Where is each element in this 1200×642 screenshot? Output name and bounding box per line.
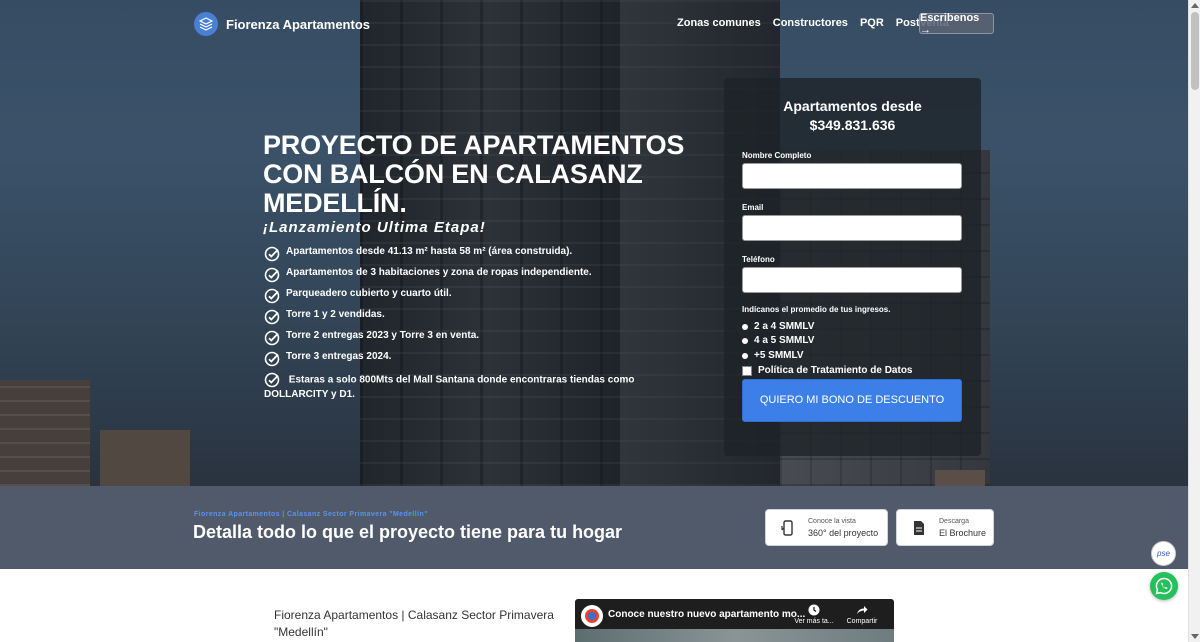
project-location-text: Fiorenza Apartamentos | Calasanz Sector … [274,608,554,639]
nav-link-pqr[interactable]: PQR [860,17,884,29]
hero-subtitle: ¡Lanzamiento Ultima Etapa! [263,219,486,236]
view-360-small: Conoce la vista [808,517,856,525]
feature-list: Apartamentos desde 41.13 m² hasta 58 m² … [264,246,684,402]
email-label: Email [742,203,764,212]
check-circle-icon [264,309,280,325]
feature-item: Torre 2 entregas 2023 y Torre 3 en venta… [264,330,684,351]
watch-later-label: Ver más ta... [794,618,834,625]
document-icon [914,520,924,535]
feature-text: Torre 2 entregas 2023 y Torre 3 en venta… [286,330,480,341]
brand-name: Fiorenza Apartamentos [226,16,370,32]
feature-text: Apartamentos de 3 habitaciones y zona de… [286,267,592,278]
income-option-label: +5 SMMLV [754,350,804,361]
feature-text: Apartamentos desde 41.13 m² hasta 58 m² … [286,246,573,257]
feature-item: Torre 3 entregas 2024. [264,351,684,372]
layers-icon [194,12,218,36]
check-circle-icon [264,372,280,388]
brand-logo-link[interactable]: Fiorenza Apartamentos [194,12,370,36]
nav-link-zonas-comunes[interactable]: Zonas comunes [677,17,761,29]
share-button[interactable]: Compartir [842,604,882,625]
feature-text: Torre 3 entregas 2024. [286,351,392,362]
view-360-button[interactable]: Conoce la vista 360° del proyecto [765,509,888,546]
hero-overlay [0,0,1188,486]
brochure-small: Descarga [939,517,969,525]
feature-item: Parqueadero cubierto y cuarto útil. [264,288,684,309]
feature-item: Apartamentos desde 41.13 m² hasta 58 m² … [264,246,684,267]
phone-rotate-icon [781,519,793,536]
feature-item: Estaras a solo 800Mts del Mall Santana d… [264,372,684,402]
view-360-big: 360° del proyecto [808,527,879,538]
brochure-button[interactable]: Descarga El Brochure [896,509,994,546]
check-circle-icon [264,351,280,367]
watch-later-button[interactable]: Ver más ta... [794,604,834,625]
submit-button[interactable]: QUIERO MI BONO DE DESCUENTO [742,379,962,422]
income-question: Indícanos el promedio de tus ingresos. [742,305,891,314]
main-nav: Zonas comunes Constructores PQR PostVent… [677,17,949,29]
privacy-checkbox[interactable]: Política de Tratamiento de Datos [742,365,912,376]
youtube-video-embed[interactable]: Conoce nuestro nuevo apartamento mo... V… [575,599,894,642]
breadcrumb: Fiorenza Apartamentos | Calasanz Sector … [194,511,428,518]
page-scrollbar[interactable] [1188,0,1200,642]
share-label: Compartir [846,618,878,625]
project-band: Fiorenza Apartamentos | Calasanz Sector … [0,486,1188,569]
video-thumbnail [575,629,894,642]
phone-field[interactable] [742,267,962,293]
lead-form: Apartamentos desde $349.831.636 Nombre C… [724,78,981,456]
email-field[interactable] [742,215,962,241]
check-circle-icon [264,330,280,346]
price-heading-label: Apartamentos desde [783,98,922,114]
name-label: Nombre Completo [742,151,812,160]
feature-text: Torre 1 y 2 vendidas. [286,309,385,320]
privacy-label: Política de Tratamiento de Datos [758,365,913,376]
band-title: Detalla todo lo que el proyecto tiene pa… [193,522,623,542]
scroll-up-arrow-icon[interactable] [1191,3,1199,8]
feature-item: Torre 1 y 2 vendidas. [264,309,684,330]
clock-icon [808,604,820,616]
income-option-4-5[interactable]: 4 a 5 SMMLV [742,335,814,346]
feature-text: Estaras a solo 800Mts del Mall Santana d… [264,374,635,400]
income-option-label: 2 a 4 SMMLV [754,321,815,332]
check-circle-icon [264,288,280,304]
brochure-text: Descarga El Brochure [939,518,986,538]
price-value: $349.831.636 [809,117,896,133]
name-field[interactable] [742,163,962,189]
hero-section: Fiorenza Apartamentos Zonas comunes Cons… [0,0,1188,486]
check-circle-icon [264,246,280,262]
income-option-5plus[interactable]: +5 SMMLV [742,350,804,361]
scrollbar-thumb[interactable] [1191,12,1199,90]
radio-dot [742,337,748,344]
hero-title: PROYECTO DE APARTAMENTOS CON BALCÓN EN C… [263,130,685,218]
income-option-label: 4 a 5 SMMLV [754,335,815,346]
nav-link-constructores[interactable]: Constructores [773,17,848,29]
escribenos-button[interactable]: Escribenos → [919,12,994,36]
radio-dot [742,352,748,359]
price-heading: Apartamentos desde $349.831.636 [724,97,981,135]
checkbox-box[interactable] [742,365,752,376]
feature-text: Parqueadero cubierto y cuarto útil. [286,288,452,299]
pse-payment-button[interactable]: pse [1151,541,1176,566]
whatsapp-button[interactable] [1150,572,1178,600]
whatsapp-icon [1155,577,1173,595]
radio-dot [742,323,748,330]
brochure-big: El Brochure [939,527,987,538]
income-option-2-4[interactable]: 2 a 4 SMMLV [742,321,814,332]
scroll-down-arrow-icon[interactable] [1191,634,1199,639]
check-circle-icon [264,267,280,283]
share-icon [857,606,868,614]
view-360-text: Conoce la vista 360° del proyecto [808,518,878,538]
channel-logo-icon[interactable] [581,605,603,627]
feature-item: Apartamentos de 3 habitaciones y zona de… [264,267,684,288]
video-title[interactable]: Conoce nuestro nuevo apartamento mo... [608,609,805,620]
phone-label: Teléfono [742,255,775,264]
